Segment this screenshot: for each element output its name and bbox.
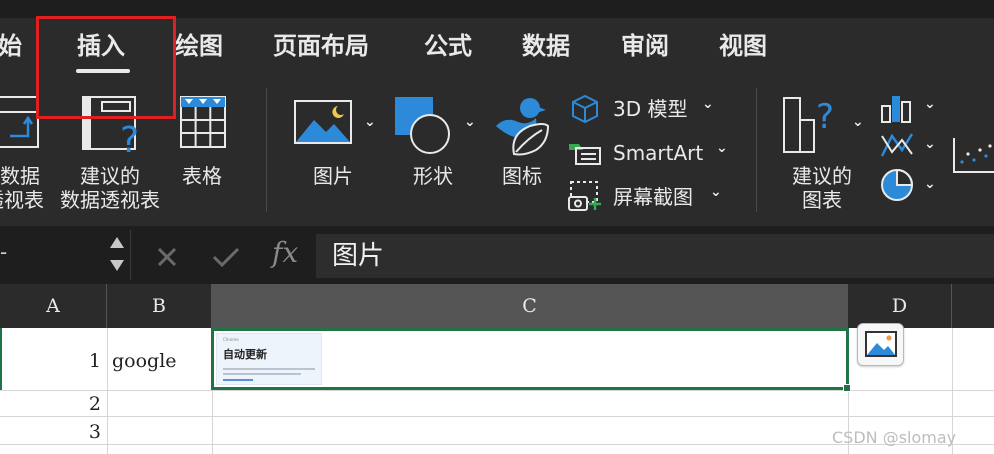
table-icon <box>180 96 226 148</box>
column-header-d[interactable]: D <box>848 284 952 328</box>
icons-label: 图标 <box>502 164 542 188</box>
formula-separator <box>130 230 131 280</box>
name-box[interactable]: - <box>0 240 7 264</box>
recommended-charts-label-1: 建议的 <box>792 164 852 188</box>
tab-view[interactable]: 视图 <box>719 31 767 61</box>
tab-draw[interactable]: 绘图 <box>175 31 223 61</box>
pictures-label: 图片 <box>313 164 353 188</box>
shapes-dropdown-chevron-icon[interactable]: ⌄ <box>464 114 476 130</box>
pivot-table-label-1: 数据 <box>0 164 40 188</box>
excel-window: 开始 插入 绘图 页面布局 公式 数据 审阅 视图 数据 透视表 <box>0 0 994 454</box>
row-number-4-partial[interactable]: 4 <box>0 447 101 454</box>
name-box-stepper-icon[interactable] <box>108 234 126 274</box>
shapes-label: 形状 <box>413 164 453 188</box>
recommended-pivot-label-1: 建议的 <box>80 164 140 188</box>
formula-content: 图片 <box>332 241 385 271</box>
scatter-chart-icon <box>953 138 994 173</box>
shapes-icon <box>395 97 450 154</box>
ribbon-separator-1 <box>266 88 267 212</box>
column-chart-chevron-icon[interactable]: ⌄ <box>924 96 936 112</box>
spreadsheet-grid: A B C D 1 google 2 3 4 Chrome 自动更新 <box>0 284 994 454</box>
picture-icon <box>294 100 352 144</box>
fill-handle[interactable] <box>843 384 851 392</box>
recommended-charts-label-2: 图表 <box>802 188 842 212</box>
svg-text:?: ? <box>120 120 139 156</box>
smartart-label: SmartArt <box>613 141 704 165</box>
line-chart-icon <box>880 133 914 157</box>
confirm-check-icon[interactable] <box>212 246 240 268</box>
3d-model-icon <box>572 94 598 124</box>
cell-c1-selection[interactable] <box>211 328 849 390</box>
line-chart-chevron-icon[interactable]: ⌄ <box>924 136 936 152</box>
icons-icon <box>496 98 550 156</box>
tab-page-layout[interactable]: 页面布局 <box>273 31 369 61</box>
recommended-charts-icon: ? <box>783 97 834 153</box>
table-label: 表格 <box>182 164 222 188</box>
recommended-pivot-label-2: 数据透视表 <box>60 188 160 212</box>
gridline <box>107 328 108 454</box>
3d-models-label: 3D 模型 <box>613 97 688 121</box>
svg-text:?: ? <box>816 97 834 137</box>
tab-data[interactable]: 数据 <box>522 31 570 61</box>
recommended-charts-chevron-icon[interactable]: ⌄ <box>852 114 864 130</box>
row-number-1[interactable]: 1 <box>0 349 101 373</box>
formula-bar: - fx 图片 <box>0 226 994 284</box>
screenshot-icon <box>568 181 601 211</box>
column-header-e[interactable] <box>952 284 994 328</box>
fx-insert-function-button[interactable]: fx <box>272 236 298 269</box>
screenshot-chevron-icon[interactable]: ⌄ <box>710 184 722 200</box>
cell-b1[interactable]: google <box>112 349 177 373</box>
smartart-icon <box>569 144 601 165</box>
pie-chart-icon <box>881 168 914 201</box>
column-chart-icon <box>881 96 911 123</box>
ribbon-separator-2 <box>756 88 757 212</box>
image-icon <box>865 331 897 357</box>
pivot-table-label-2: 透视表 <box>0 188 44 212</box>
formula-input-box[interactable] <box>316 234 994 278</box>
row-number-3[interactable]: 3 <box>0 420 101 444</box>
screenshot-label: 屏幕截图 <box>613 185 693 209</box>
cancel-icon[interactable] <box>156 246 178 268</box>
watermark: CSDN @slomay <box>832 428 957 447</box>
column-header-a[interactable]: A <box>0 284 107 328</box>
smartart-chevron-icon[interactable]: ⌄ <box>716 140 728 156</box>
tab-formulas[interactable]: 公式 <box>424 31 472 61</box>
column-header-c[interactable]: C <box>212 284 848 328</box>
pictures-dropdown-chevron-icon[interactable]: ⌄ <box>364 114 376 130</box>
3d-models-chevron-icon[interactable]: ⌄ <box>702 96 714 112</box>
highlight-annotation <box>36 16 176 119</box>
place-in-cell-button[interactable] <box>857 323 904 366</box>
gridline <box>0 416 994 417</box>
row-number-2[interactable]: 2 <box>0 392 101 416</box>
pie-chart-chevron-icon[interactable]: ⌄ <box>924 176 936 192</box>
column-header-b[interactable]: B <box>107 284 212 328</box>
tab-home[interactable]: 开始 <box>0 31 22 61</box>
tab-review[interactable]: 审阅 <box>621 31 669 61</box>
